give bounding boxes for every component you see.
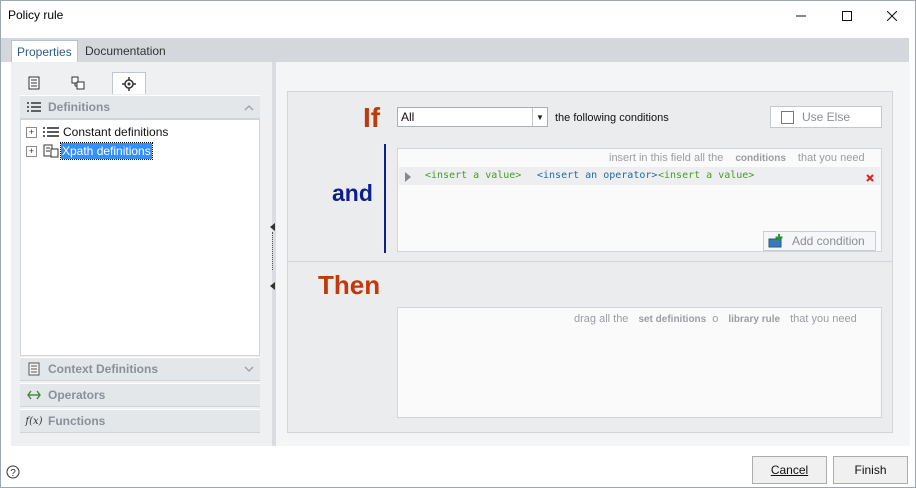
tree-item-constant-definitions[interactable]: + Constant definitions <box>26 123 168 141</box>
tree-item-label: Constant definitions <box>63 125 169 139</box>
use-else-checkbox[interactable]: Use Else <box>770 106 882 128</box>
help-icon: ? <box>6 465 20 479</box>
minimize-icon <box>796 15 806 16</box>
and-bracket-line <box>384 144 386 253</box>
definitions-section-header[interactable]: Definitions <box>20 95 260 119</box>
add-condition-label: Add condition <box>792 234 865 248</box>
use-else-label: Use Else <box>802 110 851 124</box>
checkbox-icon[interactable] <box>781 110 794 124</box>
actions-hint: drag all the set definitions o library r… <box>574 313 857 325</box>
arrows-icon <box>26 387 42 403</box>
chevron-down-icon <box>244 362 254 376</box>
list-icon <box>26 99 42 115</box>
tab-properties[interactable]: Properties <box>11 40 78 62</box>
match-select[interactable]: All ▼ <box>397 107 548 127</box>
functions-section-header[interactable]: f(x) Functions <box>20 409 260 433</box>
condition-operator[interactable]: <insert an operator> <box>537 170 657 181</box>
expand-icon[interactable]: + <box>26 145 37 157</box>
operators-section-header[interactable]: Operators <box>20 383 260 407</box>
definitions-section-label: Definitions <box>48 100 110 114</box>
svg-text:?: ? <box>10 468 16 479</box>
close-button[interactable] <box>869 1 915 30</box>
list-icon <box>43 127 59 137</box>
cancel-button[interactable]: Cancel <box>752 456 827 484</box>
expand-icon[interactable]: + <box>26 126 37 138</box>
row-arrow-icon <box>405 171 411 185</box>
delete-condition-button[interactable] <box>866 171 874 185</box>
minimize-button[interactable] <box>778 1 824 30</box>
dropdown-arrow-icon[interactable]: ▼ <box>532 108 547 126</box>
icon-tab-document[interactable] <box>17 72 51 94</box>
following-conditions-text: the following conditions <box>555 112 669 124</box>
match-select-value: All <box>401 110 415 124</box>
conditions-hint: insert in this field all the conditions … <box>609 152 865 164</box>
if-label: If <box>363 102 381 133</box>
icon-tab-structure[interactable] <box>61 72 95 94</box>
add-icon <box>768 234 783 248</box>
chevron-up-icon <box>244 100 254 114</box>
document-icon <box>26 361 42 377</box>
tree-item-xpath-definitions[interactable]: + Xpath definitions <box>26 142 153 160</box>
context-definitions-label: Context Definitions <box>48 362 158 376</box>
help-button[interactable]: ? <box>6 465 20 482</box>
splitter-grip <box>272 232 273 270</box>
add-condition-button[interactable]: Add condition <box>763 231 876 251</box>
finish-button[interactable]: Finish <box>833 456 908 484</box>
delete-icon <box>866 174 874 182</box>
finish-button-label: Finish <box>854 463 887 477</box>
tab-documentation[interactable]: Documentation <box>80 40 171 62</box>
cancel-button-label: Cancel <box>770 463 809 477</box>
document-icon <box>28 76 40 90</box>
and-label: and <box>332 180 373 206</box>
operators-label: Operators <box>48 388 106 402</box>
icon-tab-settings[interactable] <box>112 72 146 94</box>
then-label: Then <box>318 270 381 300</box>
maximize-button[interactable] <box>824 1 870 30</box>
window-title: Policy rule <box>8 8 64 22</box>
function-icon: f(x) <box>25 415 43 427</box>
rule-divider <box>287 261 893 262</box>
structure-icon <box>71 76 85 90</box>
splitter-arrow-icon <box>270 279 275 293</box>
functions-label: Functions <box>48 414 106 428</box>
condition-right-value[interactable]: <insert a value> <box>658 170 754 181</box>
maximize-icon <box>842 10 852 21</box>
tree-item-label: Xpath definitions <box>60 142 153 160</box>
xpath-icon <box>43 144 59 158</box>
condition-left-value[interactable]: <insert a value> <box>425 170 521 181</box>
context-definitions-section-header[interactable]: Context Definitions <box>20 357 260 381</box>
gear-icon <box>122 76 136 91</box>
close-icon <box>887 10 897 21</box>
